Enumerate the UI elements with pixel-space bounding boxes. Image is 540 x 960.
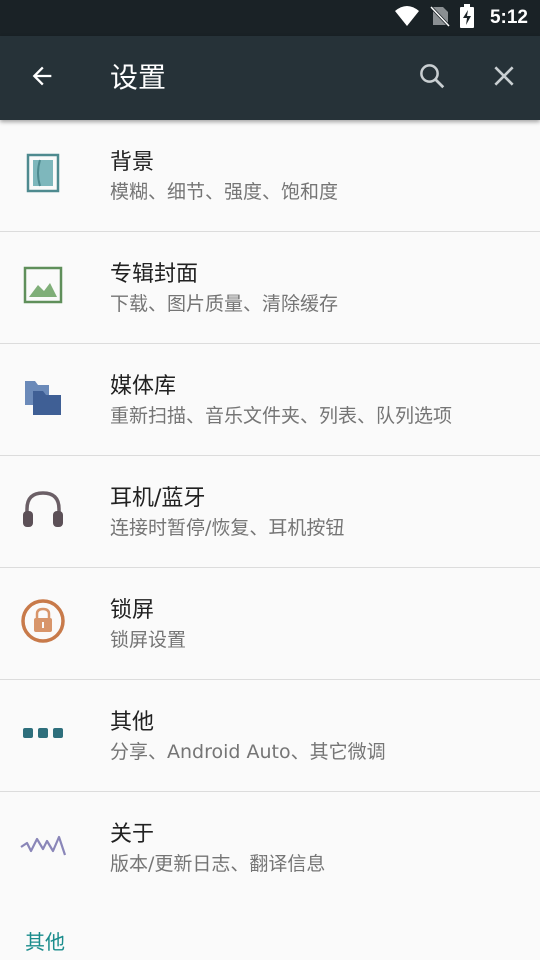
battery-charging-icon — [459, 4, 474, 32]
setting-title: 背景 — [110, 150, 155, 175]
settings-list: 背景 模糊、细节、强度、饱和度 专辑封面 下载、图片质量、清除缓存 媒体库 重新… — [0, 120, 540, 903]
setting-title: 锁屏 — [110, 598, 155, 623]
setting-album-art[interactable]: 专辑封面 下载、图片质量、清除缓存 — [0, 232, 540, 344]
setting-subtitle: 模糊、细节、强度、饱和度 — [110, 181, 339, 203]
page-title: 设置 — [110, 61, 167, 94]
setting-headset-bluetooth[interactable]: 耳机/蓝牙 连接时暂停/恢复、耳机按钮 — [0, 456, 540, 568]
back-button[interactable] — [20, 56, 64, 100]
setting-subtitle: 版本/更新日志、翻译信息 — [110, 853, 326, 875]
setting-other[interactable]: 其他 分享、Android Auto、其它微调 — [0, 680, 540, 792]
background-icon — [18, 148, 68, 198]
status-time: 5:12 — [489, 7, 528, 28]
setting-title: 媒体库 — [110, 374, 177, 399]
close-icon — [491, 63, 517, 93]
arrow-back-icon — [28, 62, 56, 94]
folder-icon — [18, 372, 68, 422]
setting-about[interactable]: 关于 版本/更新日志、翻译信息 — [0, 792, 540, 903]
status-bar: 5:12 — [0, 0, 540, 36]
setting-title: 专辑封面 — [110, 262, 199, 287]
setting-subtitle: 下载、图片质量、清除缓存 — [110, 293, 339, 315]
app-bar: 设置 — [0, 36, 540, 120]
setting-background[interactable]: 背景 模糊、细节、强度、饱和度 — [0, 120, 540, 232]
setting-subtitle: 重新扫描、音乐文件夹、列表、队列选项 — [110, 405, 453, 427]
setting-media-library[interactable]: 媒体库 重新扫描、音乐文件夹、列表、队列选项 — [0, 344, 540, 456]
search-icon — [417, 61, 447, 95]
waveform-icon — [18, 820, 68, 870]
setting-subtitle: 连接时暂停/恢复、耳机按钮 — [110, 517, 345, 539]
setting-lockscreen[interactable]: 锁屏 锁屏设置 — [0, 568, 540, 680]
setting-title: 耳机/蓝牙 — [110, 486, 206, 511]
lock-icon — [18, 596, 68, 646]
setting-subtitle: 锁屏设置 — [110, 629, 187, 651]
wifi-icon — [394, 5, 420, 31]
section-header-other: 其他 — [25, 930, 65, 954]
close-button[interactable] — [482, 56, 526, 100]
more-dots-icon — [18, 708, 68, 758]
setting-title: 其他 — [110, 710, 155, 735]
image-icon — [18, 260, 68, 310]
setting-subtitle: 分享、Android Auto、其它微调 — [110, 741, 386, 763]
headphones-icon — [18, 484, 68, 534]
no-sim-icon — [429, 5, 451, 31]
setting-title: 关于 — [110, 822, 155, 847]
search-button[interactable] — [410, 56, 454, 100]
